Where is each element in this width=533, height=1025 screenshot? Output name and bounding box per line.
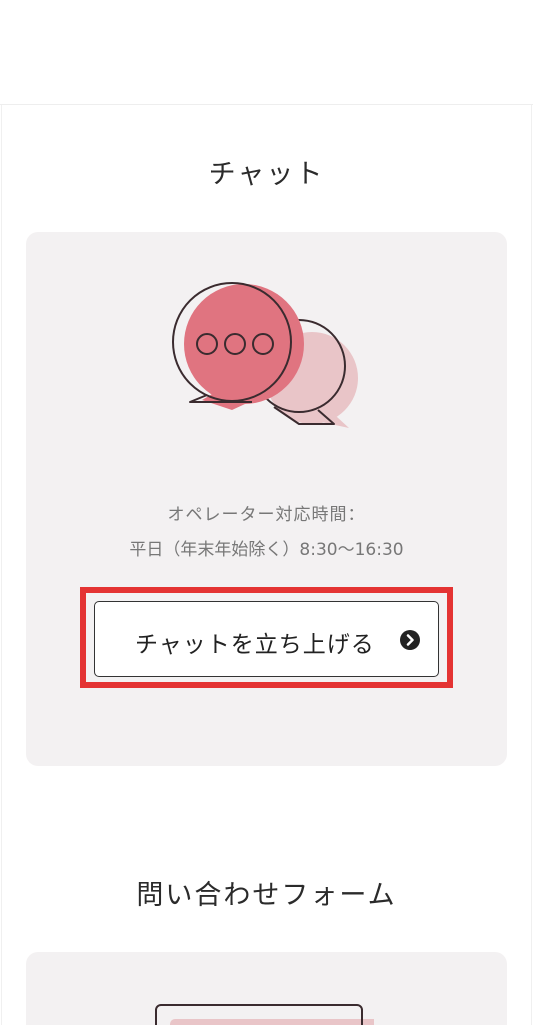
launch-chat-button[interactable]: チャットを立ち上げる bbox=[94, 601, 439, 677]
operator-hours-value: 平日（年末年始除く）8:30〜16:30 bbox=[129, 540, 404, 560]
chat-section-title: チャット bbox=[208, 159, 325, 190]
chat-bubbles-icon bbox=[172, 282, 358, 428]
contact-form-section-title: 問い合わせフォーム bbox=[136, 880, 397, 911]
page: チャット オペレーター対応時間： 平日（年末年始除く）8:30〜16:30 チャ… bbox=[0, 0, 533, 1025]
operator-hours-label: オペレーター対応時間： bbox=[167, 505, 366, 525]
launch-chat-button-label: チャットを立ち上げる bbox=[135, 632, 375, 658]
form-window-icon bbox=[155, 1004, 374, 1025]
chevron-right-circle-icon bbox=[400, 630, 420, 650]
